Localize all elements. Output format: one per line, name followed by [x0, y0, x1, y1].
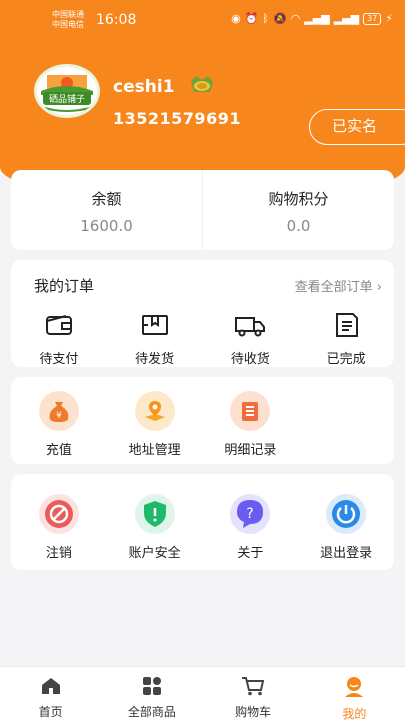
carrier-label: 中国电信: [52, 20, 84, 29]
points-label: 购物积分: [268, 190, 329, 208]
cart-icon: [241, 676, 265, 700]
mute-icon: 🔕: [272, 12, 287, 25]
username: ceshi1: [113, 77, 175, 97]
wallet-icon: [42, 310, 76, 340]
charging-icon: ⚡: [385, 12, 393, 25]
deregister-button[interactable]: 注销: [11, 494, 107, 561]
profile-header: 中国联通 中国电信 16:08 ◉ ⏰ ᛒ 🔕 ◠ ▂▄▆ ▂▄▆ 37 ⚡ 硒…: [0, 0, 405, 195]
order-status-label: 待发货: [135, 352, 175, 367]
list-icon: [230, 391, 271, 431]
verified-button[interactable]: 已实名: [309, 109, 405, 145]
points-value: 0.0: [286, 217, 311, 235]
balance-value: 1600.0: [80, 217, 133, 235]
transaction-records-button[interactable]: 明细记录: [203, 391, 299, 458]
eye-icon: ◉: [231, 12, 241, 25]
money-bag-icon: ¥: [38, 391, 79, 431]
tab-label: 首页: [38, 705, 63, 719]
settings-card: 注销 账户安全 ? 关于 退出登录: [11, 474, 394, 570]
chevron-right-icon: ›: [376, 280, 382, 295]
order-pending-shipment[interactable]: 待发货: [107, 310, 203, 367]
bluetooth-icon: ᛒ: [262, 12, 269, 25]
status-time: 16:08: [96, 12, 137, 28]
user-icon: [342, 676, 366, 702]
order-pending-payment[interactable]: 待支付: [11, 310, 107, 367]
tab-home[interactable]: 首页: [0, 667, 101, 720]
order-status-label: 已完成: [326, 352, 366, 367]
order-status-label: 待支付: [39, 352, 79, 367]
order-completed[interactable]: 已完成: [298, 310, 394, 367]
order-status-label: 待收货: [230, 352, 270, 367]
grid-icon: [141, 676, 163, 700]
shield-icon: [134, 494, 175, 534]
package-icon: [138, 310, 172, 340]
logo-text: 硒品铺子: [49, 93, 85, 105]
service-label: 地址管理: [128, 443, 181, 458]
truck-icon: [233, 310, 267, 340]
signal-icon: ▂▄▆: [333, 12, 360, 25]
service-label: 明细记录: [224, 443, 277, 458]
avatar[interactable]: 硒品铺子: [34, 64, 100, 118]
tab-label: 全部商品: [127, 705, 176, 719]
setting-label: 退出登录: [320, 546, 373, 561]
svg-text:?: ?: [247, 506, 254, 522]
status-bar: 中国联通 中国电信 16:08 ◉ ⏰ ᛒ 🔕 ◠ ▂▄▆ ▂▄▆ 37 ⚡: [0, 8, 405, 34]
wifi-icon: ◠: [290, 12, 301, 25]
tab-cart[interactable]: 购物车: [203, 667, 304, 720]
order-pending-receipt[interactable]: 待收货: [203, 310, 299, 367]
view-all-orders-label: 查看全部订单: [294, 280, 373, 295]
battery-icon: 37: [363, 12, 382, 25]
power-icon: [326, 494, 367, 534]
about-button[interactable]: ? 关于: [203, 494, 299, 561]
balance-card: 余额 1600.0 购物积分 0.0: [11, 170, 394, 250]
question-icon: ?: [230, 494, 271, 534]
services-card: ¥ 充值 地址管理 明细记录: [11, 377, 394, 464]
carrier-info: 中国联通 中国电信: [52, 10, 84, 30]
orders-card: 我的订单 查看全部订单 › 待支付 待发货 待收货 已完成: [11, 260, 394, 367]
tab-all-products[interactable]: 全部商品: [101, 667, 202, 720]
setting-label: 关于: [237, 546, 264, 561]
tab-label: 我的: [342, 707, 367, 720]
setting-label: 账户安全: [128, 546, 181, 561]
bottom-tab-bar: 首页 全部商品 购物车 我的: [0, 666, 405, 720]
logout-button[interactable]: 退出登录: [298, 494, 394, 561]
address-management-button[interactable]: 地址管理: [107, 391, 203, 458]
setting-label: 注销: [45, 546, 72, 561]
member-badge-icon: [188, 72, 216, 96]
tab-label: 购物车: [235, 705, 272, 719]
orders-title: 我的订单: [34, 277, 95, 295]
service-label: 充值: [45, 443, 72, 458]
document-icon: [329, 310, 363, 340]
account-security-button[interactable]: 账户安全: [107, 494, 203, 561]
forbidden-icon: [38, 494, 79, 534]
points-item[interactable]: 购物积分 0.0: [202, 170, 394, 250]
tab-mine[interactable]: 我的: [304, 667, 405, 720]
view-all-orders-link[interactable]: 查看全部订单 ›: [295, 276, 382, 295]
svg-text:¥: ¥: [56, 411, 62, 421]
home-icon: [40, 676, 62, 700]
signal-icon: ▂▄▆: [304, 12, 330, 25]
balance-item[interactable]: 余额 1600.0: [11, 170, 202, 250]
status-icons: ◉ ⏰ ᛒ 🔕 ◠ ▂▄▆ ▂▄▆ 37 ⚡: [231, 12, 393, 25]
carrier-label: 中国联通: [52, 10, 84, 19]
location-pin-icon: [134, 391, 175, 431]
balance-label: 余额: [91, 190, 122, 208]
phone-number: 13521579691: [113, 109, 241, 128]
recharge-button[interactable]: ¥ 充值: [11, 391, 107, 458]
alarm-icon: ⏰: [244, 12, 259, 25]
